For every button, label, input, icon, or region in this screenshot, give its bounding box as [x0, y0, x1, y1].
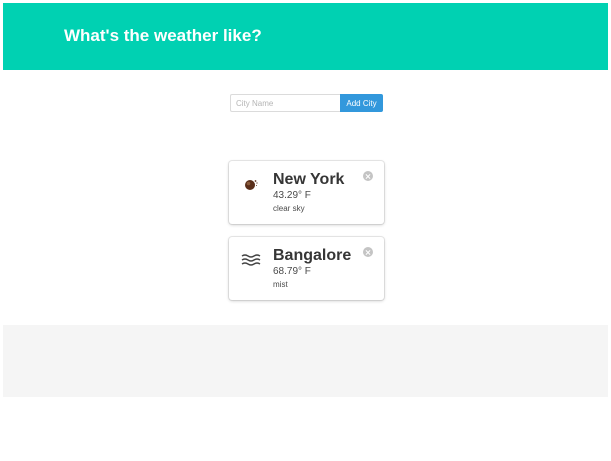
weather-description: clear sky [273, 204, 305, 213]
add-city-form: Add City [230, 94, 383, 112]
city-name-input[interactable] [230, 94, 340, 112]
app-frame: What's the weather like? Add City New Yo… [0, 0, 611, 461]
footer [3, 325, 608, 397]
mist-icon [240, 249, 262, 271]
weather-card-new-york: New York 43.29° F clear sky [229, 161, 384, 224]
page-title: What's the weather like? [64, 26, 262, 45]
remove-city-button[interactable] [363, 247, 373, 257]
city-name: New York [273, 171, 345, 188]
weather-description: mist [273, 280, 288, 289]
city-temperature: 43.29° F [273, 190, 311, 201]
city-temperature: 68.79° F [273, 266, 311, 277]
add-city-button[interactable]: Add City [340, 94, 383, 112]
header-banner: What's the weather like? [3, 3, 608, 70]
clear-sky-icon [240, 173, 262, 195]
city-name: Bangalore [273, 247, 352, 264]
weather-card-bangalore: Bangalore 68.79° F mist [229, 237, 384, 300]
remove-city-button[interactable] [363, 171, 373, 181]
